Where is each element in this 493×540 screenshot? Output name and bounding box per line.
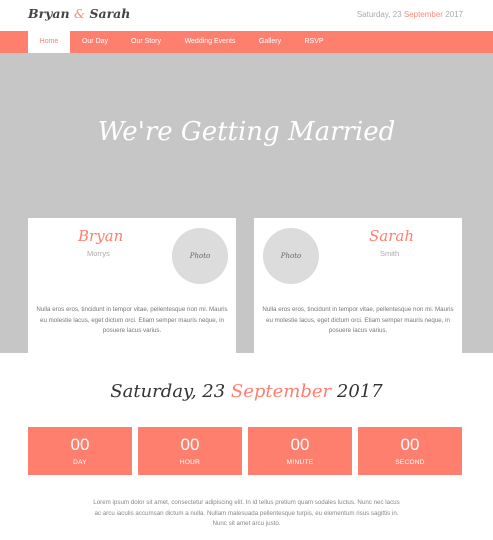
groom-bio: Nulla eros eros, tincidunt in tempor vit…	[36, 306, 228, 334]
groom-photo: Photo	[172, 228, 228, 284]
countdown-hour: 00 HOUR	[138, 427, 242, 475]
brand-second-name: Sarah	[89, 6, 131, 21]
header-bar: Bryan & Sarah Saturday, 23 September 201…	[0, 0, 493, 31]
nav-item-home[interactable]: Home	[28, 31, 70, 53]
countdown-second-label: SECOND	[395, 459, 425, 466]
bride-photo-label: Photo	[280, 252, 302, 260]
countdown-minute: 00 MINUTE	[248, 427, 352, 475]
nav-item-rsvp[interactable]: RSVP	[294, 31, 334, 53]
countdown-day: 00 DAY	[28, 427, 132, 475]
groom-card: Bryan Morrys Photo Nulla eros eros, tinc…	[28, 218, 236, 353]
event-date-suffix: 2017	[331, 381, 383, 402]
bride-surname: Smith	[380, 249, 400, 258]
countdown-minute-label: MINUTE	[286, 459, 314, 466]
nav-item-our-day[interactable]: Our Day	[72, 31, 118, 53]
countdown-day-value: 00	[70, 435, 90, 454]
nav-item-gallery[interactable]: Gallery	[248, 31, 292, 53]
countdown-second: 00 SECOND	[358, 427, 462, 475]
event-date-month: September	[230, 381, 332, 402]
countdown-hour-label: HOUR	[179, 459, 201, 466]
bride-card: Photo Sarah Smith Nulla eros eros, tinci…	[254, 218, 462, 353]
countdown-hour-value: 00	[180, 435, 200, 454]
countdown-minute-value: 00	[290, 435, 310, 454]
nav-item-our-story[interactable]: Our Story	[120, 31, 172, 53]
brand-first-name: Bryan	[28, 6, 70, 21]
main-nav: Home Our Day Our Story Wedding Events Ga…	[0, 31, 493, 53]
brand-ampersand: &	[73, 6, 86, 21]
event-date-heading: Saturday, 23 September 2017	[0, 381, 493, 402]
event-date-prefix: Saturday, 23	[110, 381, 231, 402]
bride-name: Sarah	[369, 227, 414, 245]
bride-bio: Nulla eros eros, tincidunt in tempor vit…	[262, 306, 454, 334]
countdown-day-label: DAY	[73, 459, 87, 466]
groom-name: Bryan	[78, 227, 124, 245]
hero-title: We're Getting Married	[97, 117, 396, 147]
groom-photo-label: Photo	[189, 252, 211, 260]
countdown-second-value: 00	[400, 435, 420, 454]
footer-paragraph: Lorem ipsum dolor sit amet, consectetur …	[93, 499, 400, 527]
header-date-month: September	[403, 10, 443, 19]
header-date-suffix: 2017	[442, 10, 463, 19]
groom-surname: Morrys	[87, 249, 110, 258]
site-logo[interactable]: Bryan & Sarah	[28, 6, 130, 21]
header-date: Saturday, 23 September 2017	[357, 10, 463, 19]
bride-photo: Photo	[263, 228, 319, 284]
header-date-prefix: Saturday, 23	[356, 10, 404, 19]
nav-item-wedding-events[interactable]: Wedding Events	[174, 31, 246, 53]
